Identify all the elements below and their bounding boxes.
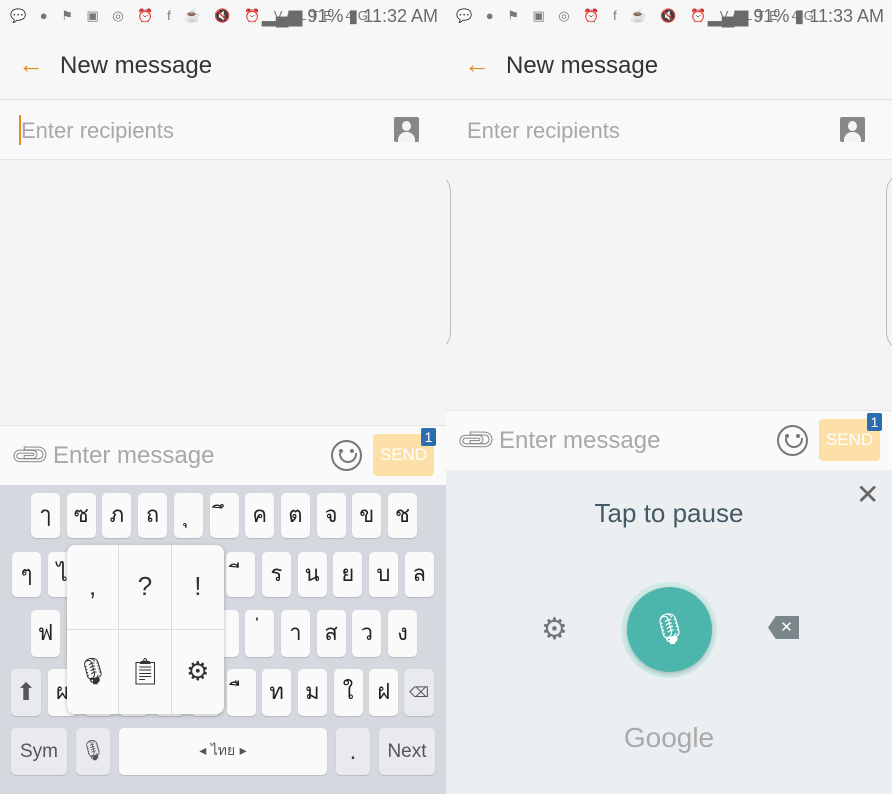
message-input[interactable]: Enter message [499,427,660,455]
emoji-icon[interactable] [777,425,808,456]
space-key[interactable]: ◂ ไทย ▸ [119,728,327,775]
key[interactable]: ม [297,669,327,716]
key[interactable]: ่ [245,610,275,657]
back-arrow-icon[interactable]: ← [464,49,490,80]
page-title: New message [60,52,213,79]
key[interactable]: ว [352,610,382,657]
message-bar: 📎︎ Enter message SEND 1 [446,410,892,470]
contact-picker-icon[interactable] [840,117,865,142]
key[interactable]: ค [245,493,275,538]
clipboard-icon[interactable]: 📋︎ [119,629,172,714]
microphone-icon: 🎙︎ [650,613,689,646]
message-input[interactable]: Enter message [53,442,214,470]
bubble-outline [446,172,451,352]
key[interactable]: ช [388,493,417,538]
left-screen: 💬 ● ⚑ ▣ ◎ ⏰ f ☕ 🔇 ⏰ VoLTE 4G ▂▄▆ 91% ▮ 1… [0,0,446,794]
google-logo: Google [623,722,715,753]
battery-level: 91% [753,6,790,26]
sim-badge: 1 [867,413,882,431]
battery-level: 91% [307,6,344,26]
next-key[interactable]: Next [379,728,435,775]
key[interactable]: ใ [333,669,363,716]
key[interactable]: ส [316,610,346,657]
recipients-placeholder: Enter recipients [467,118,620,143]
microphone-icon[interactable]: 🎙︎ [67,629,120,714]
key[interactable]: ี [226,552,256,597]
key[interactable]: ย [333,552,363,597]
key[interactable]: ง [388,610,417,657]
key[interactable]: ท [262,669,292,716]
quick-symbols-popup: , ? ! 🎙︎ 📋︎ ⚙︎ [67,545,224,714]
period-key[interactable]: . [336,728,370,775]
recipients-field[interactable]: Enter recipients [0,101,446,160]
key[interactable]: ึ [209,493,239,538]
key[interactable]: ร [261,552,291,597]
voice-input-key[interactable]: 🎙︎ [76,728,110,775]
attach-icon[interactable]: 📎︎ [8,433,53,478]
contact-picker-icon[interactable] [394,117,419,142]
key[interactable]: จ [316,493,346,538]
key[interactable]: ภ [102,493,132,538]
key[interactable]: ข [352,493,382,538]
backspace-key[interactable]: ⌫ [404,669,434,716]
backspace-icon[interactable]: ✕ [768,616,799,639]
emoji-icon[interactable] [331,440,362,471]
question-option[interactable]: ? [119,545,172,630]
sym-key[interactable]: Sym [11,728,67,775]
gear-icon[interactable]: ⚙︎ [172,630,224,715]
key[interactable]: น [297,552,327,597]
mic-button[interactable]: 🎙︎ [627,587,712,672]
right-screen: 💬 ● ⚑ ▣ ◎ ⏰ f ☕ 🔇 ⏰ VoLTE 4G ▂▄▆ 91% ▮ 1… [446,0,892,794]
key[interactable]: ื [226,669,256,716]
recipients-field[interactable]: Enter recipients [446,101,892,160]
back-arrow-icon[interactable]: ← [18,49,44,80]
language-label: ไทย [210,743,236,759]
key[interactable]: ๅ [31,493,60,538]
clock: 11:32 AM [363,6,438,26]
shift-key[interactable]: ⬆ [11,669,41,716]
exclaim-option[interactable]: ! [171,545,224,630]
recipients-placeholder: Enter recipients [21,118,174,143]
attach-icon[interactable]: 📎︎ [454,418,499,463]
key[interactable]: บ [369,552,398,597]
app-header: ← New message [0,33,446,100]
key[interactable]: ถ [138,493,168,538]
bubble-outline [886,172,892,352]
page-title: New message [506,52,659,79]
key[interactable]: ฟ [31,610,60,657]
key[interactable]: ต [280,493,310,538]
status-bar: 💬 ● ⚑ ▣ ◎ ⏰ f ☕ 🔇 ⏰ VoLTE 4G ▂▄▆ 91% ▮ 1… [0,0,446,33]
voice-input-panel: ✕ Tap to pause ⚙︎ 🎙︎ ✕ Google [446,470,892,794]
key[interactable]: ฝ [369,669,399,716]
voice-prompt: Tap to pause [594,498,744,528]
app-header: ← New message [446,33,892,100]
status-bar: 💬 ● ⚑ ▣ ◎ ⏰ f ☕ 🔇 ⏰ VoLTE 4G ▂▄▆ 91% ▮ 1… [446,0,892,33]
gear-icon[interactable]: ⚙︎ [541,612,568,647]
key[interactable]: ุ [173,493,203,538]
clock: 11:33 AM [809,6,884,26]
key[interactable]: ซ [66,493,96,538]
key[interactable]: ๆ [12,552,41,597]
sim-badge: 1 [421,428,436,446]
key[interactable]: า [280,610,310,657]
key[interactable]: ล [404,552,434,597]
message-bar: 📎︎ Enter message SEND 1 [0,425,446,485]
comma-option[interactable]: , [67,545,120,630]
microphone-icon: 🎙︎ [80,740,106,762]
